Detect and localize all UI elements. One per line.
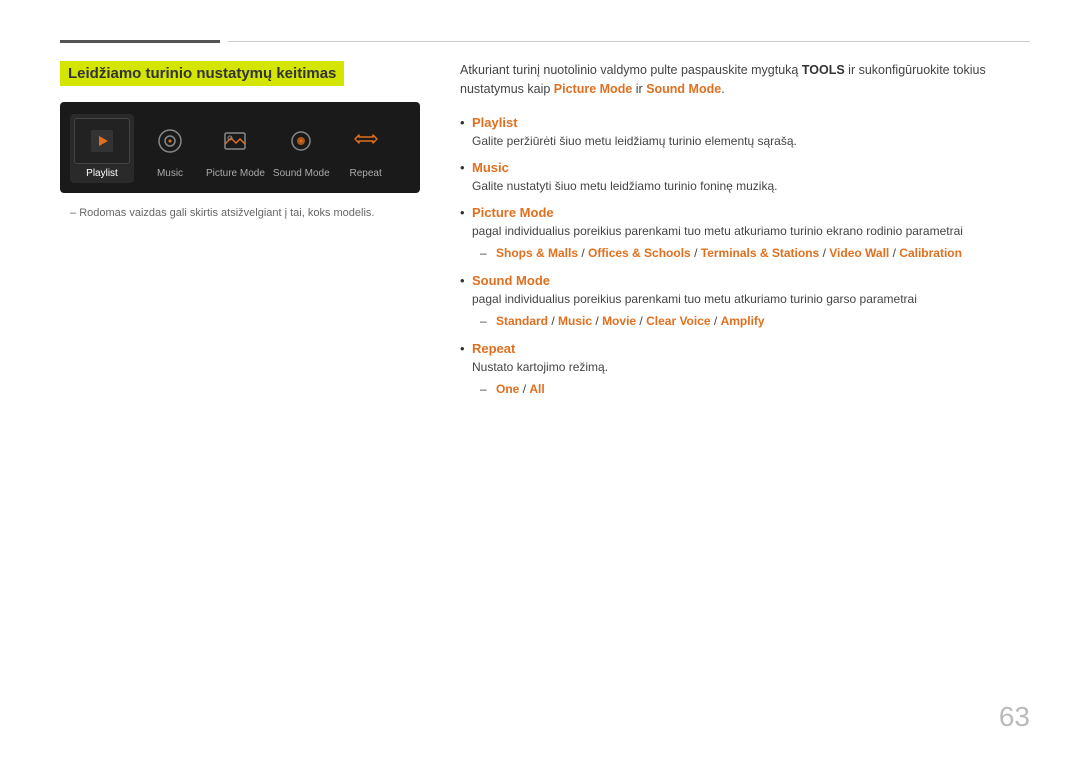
video-wall-link: Video Wall <box>829 246 889 260</box>
sep2: / <box>694 246 701 260</box>
player-item-picture-mode[interactable]: Picture Mode <box>206 118 265 179</box>
intro-text-part3: ir <box>632 82 646 96</box>
player-item-music[interactable]: Music <box>142 118 198 179</box>
picture-mode-sub-item: Shops & Malls / Offices & Schools / Term… <box>480 244 1030 263</box>
playlist-label: Playlist <box>86 168 118 179</box>
amplify-link: Amplify <box>721 314 765 328</box>
bullet-sound-mode: Sound Mode pagal individualius poreikius… <box>460 273 1030 331</box>
music-link: Music <box>558 314 592 328</box>
player-item-playlist[interactable]: Playlist <box>70 114 134 183</box>
picture-mode-intro-label: Picture Mode <box>554 82 633 96</box>
bullet-title-picture-mode: Picture Mode <box>472 205 554 220</box>
bullet-title-playlist: Playlist <box>472 115 518 130</box>
music-label: Music <box>157 168 183 179</box>
bullet-desc-music: Galite nustatyti šiuo metu leidžiamo tur… <box>472 177 1030 195</box>
bullet-title-sound-mode: Sound Mode <box>472 273 550 288</box>
standard-link: Standard <box>496 314 548 328</box>
tools-label: TOOLS <box>802 63 845 77</box>
bullet-desc-playlist: Galite peržiūrėti šiuo metu leidžiamų tu… <box>472 132 1030 150</box>
right-column: Atkuriant turinį nuotolinio valdymo pult… <box>460 61 1030 409</box>
player-item-sound-mode[interactable]: Sound Mode <box>273 118 330 179</box>
intro-text: Atkuriant turinį nuotolinio valdymo pult… <box>460 61 1030 99</box>
page-number: 63 <box>999 701 1030 733</box>
bullet-picture-mode: Picture Mode pagal individualius poreiki… <box>460 205 1030 263</box>
all-link: All <box>529 382 544 396</box>
shops-malls-link: Shops & Malls <box>496 246 578 260</box>
sound-mode-sub-list: Standard / Music / Movie / Clear Voice /… <box>472 312 1030 331</box>
bullet-desc-sound-mode: pagal individualius poreikius parenkami … <box>472 290 1030 308</box>
picture-mode-sub-list: Shops & Malls / Offices & Schools / Term… <box>472 244 1030 263</box>
playlist-icon <box>74 118 130 164</box>
clear-voice-link: Clear Voice <box>646 314 710 328</box>
left-column: Leidžiamo turinio nustatymų keitimas Pla… <box>60 61 420 219</box>
sound-mode-icon <box>273 118 329 164</box>
note-text: Rodomas vaizdas gali skirtis atsižvelgia… <box>60 207 420 219</box>
player-box: Playlist Music <box>60 102 420 193</box>
sound-mode-sub-item: Standard / Music / Movie / Clear Voice /… <box>480 312 1030 331</box>
repeat-label: Repeat <box>350 168 382 179</box>
offices-schools-link: Offices & Schools <box>588 246 691 260</box>
sound-mode-intro-label: Sound Mode <box>646 82 721 96</box>
player-item-repeat[interactable]: Repeat <box>338 118 394 179</box>
picture-mode-label: Picture Mode <box>206 168 265 179</box>
page-container: Leidžiamo turinio nustatymų keitimas Pla… <box>0 0 1080 763</box>
one-link: One <box>496 382 519 396</box>
bullet-title-music: Music <box>472 160 509 175</box>
calibration-link: Calibration <box>899 246 962 260</box>
repeat-icon <box>338 118 394 164</box>
intro-text-part4: . <box>721 82 724 96</box>
rule-dark <box>60 40 220 43</box>
repeat-sub-item: One / All <box>480 380 1030 399</box>
rule-light <box>228 41 1030 42</box>
bullet-playlist: Playlist Galite peržiūrėti šiuo metu lei… <box>460 115 1030 150</box>
top-rules <box>60 40 1030 43</box>
terminals-stations-link: Terminals & Stations <box>701 246 819 260</box>
section-title: Leidžiamo turinio nustatymų keitimas <box>60 61 344 86</box>
bullet-list: Playlist Galite peržiūrėti šiuo metu lei… <box>460 115 1030 400</box>
intro-text-part1: Atkuriant turinį nuotolinio valdymo pult… <box>460 63 802 77</box>
bullet-music: Music Galite nustatyti šiuo metu leidžia… <box>460 160 1030 195</box>
bullet-repeat: Repeat Nustato kartojimo režimą. One / A… <box>460 341 1030 399</box>
movie-link: Movie <box>602 314 636 328</box>
bullet-desc-repeat: Nustato kartojimo režimą. <box>472 358 1030 376</box>
music-icon <box>142 118 198 164</box>
sound-mode-label: Sound Mode <box>273 168 330 179</box>
repeat-sub-list: One / All <box>472 380 1030 399</box>
bullet-desc-picture-mode: pagal individualius poreikius parenkami … <box>472 222 1030 240</box>
main-content: Leidžiamo turinio nustatymų keitimas Pla… <box>60 61 1030 409</box>
picture-mode-icon <box>207 118 263 164</box>
sep8: / <box>714 314 721 328</box>
bullet-title-repeat: Repeat <box>472 341 515 356</box>
